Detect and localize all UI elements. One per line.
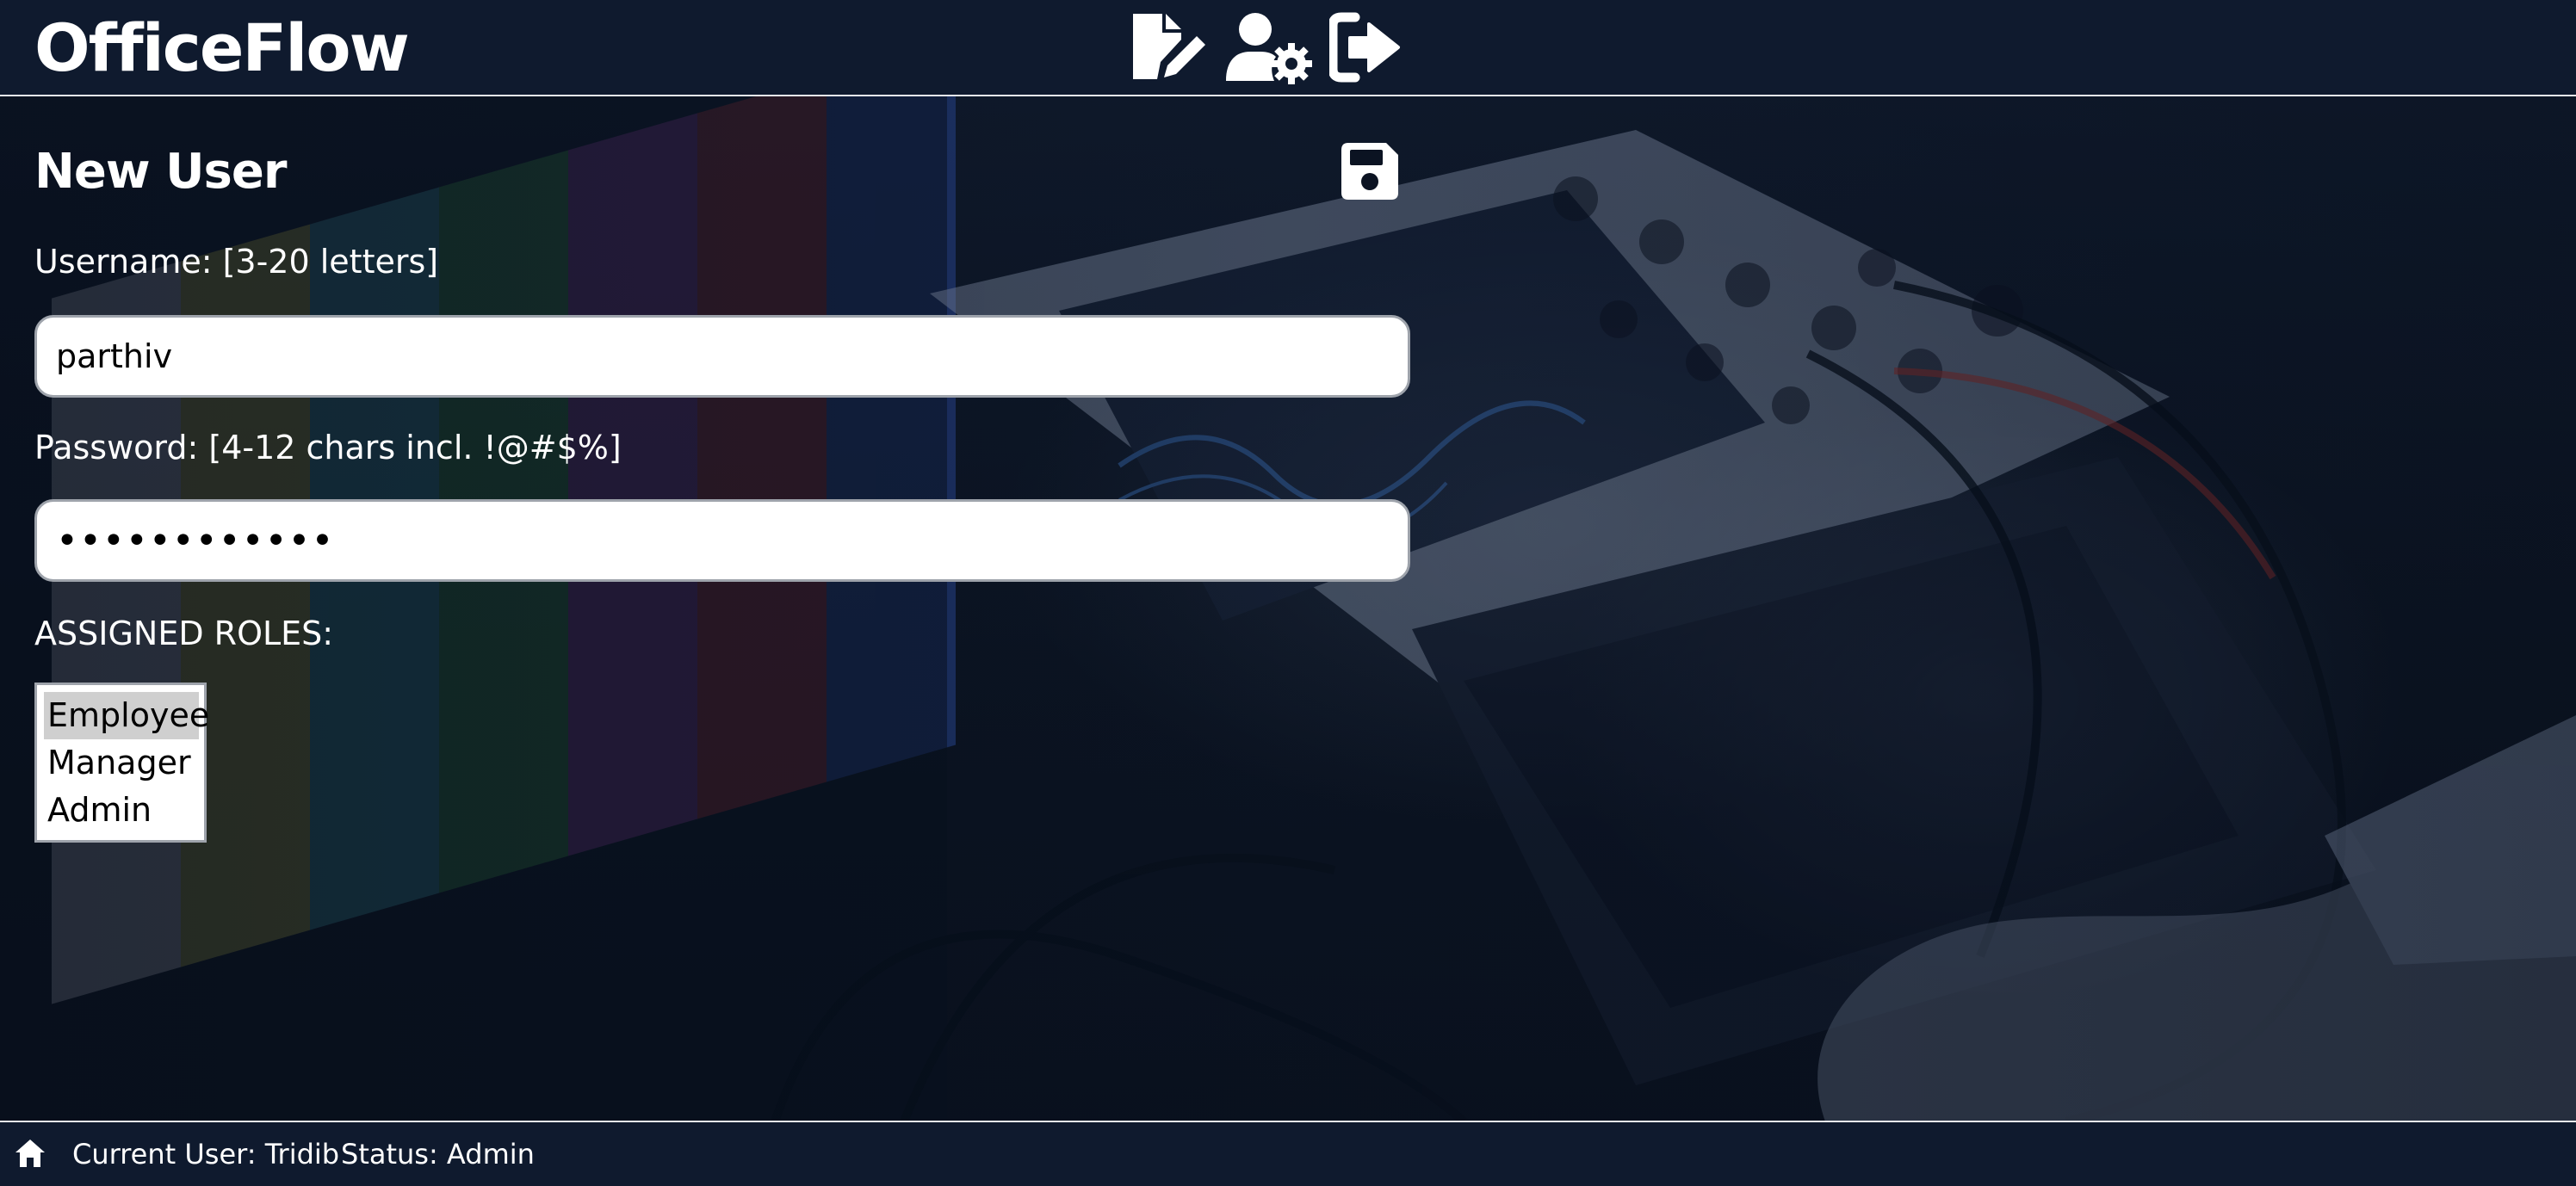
- password-input[interactable]: [34, 499, 1410, 582]
- username-label: Username: [3-20 letters]: [34, 243, 439, 281]
- assigned-roles-label: ASSIGNED ROLES:: [34, 615, 334, 652]
- user-status-text: Status: Admin: [341, 1138, 535, 1171]
- status-bar: Current User: Tridib Status: Admin: [0, 1121, 2576, 1186]
- nav-icon-group: [1128, 10, 1402, 84]
- role-option-employee[interactable]: Employee: [44, 692, 209, 739]
- current-user-text: Current User: Tridib: [72, 1138, 340, 1171]
- page-title: New User: [34, 144, 287, 200]
- home-icon[interactable]: [14, 1138, 46, 1169]
- user-settings-icon[interactable]: [1224, 10, 1314, 84]
- username-input[interactable]: [34, 315, 1410, 398]
- role-option-admin[interactable]: Admin: [44, 787, 199, 834]
- password-label: Password: [4-12 chars incl. !@#$%]: [34, 429, 622, 466]
- app-title: OfficeFlow: [34, 9, 410, 86]
- roles-listbox[interactable]: Employee Manager Admin: [34, 683, 209, 843]
- save-icon[interactable]: [1338, 139, 1402, 203]
- logout-icon[interactable]: [1329, 10, 1402, 84]
- role-option-manager[interactable]: Manager: [44, 739, 199, 787]
- file-edit-icon[interactable]: [1128, 10, 1209, 84]
- top-nav-bar: OfficeFlow: [0, 0, 2576, 96]
